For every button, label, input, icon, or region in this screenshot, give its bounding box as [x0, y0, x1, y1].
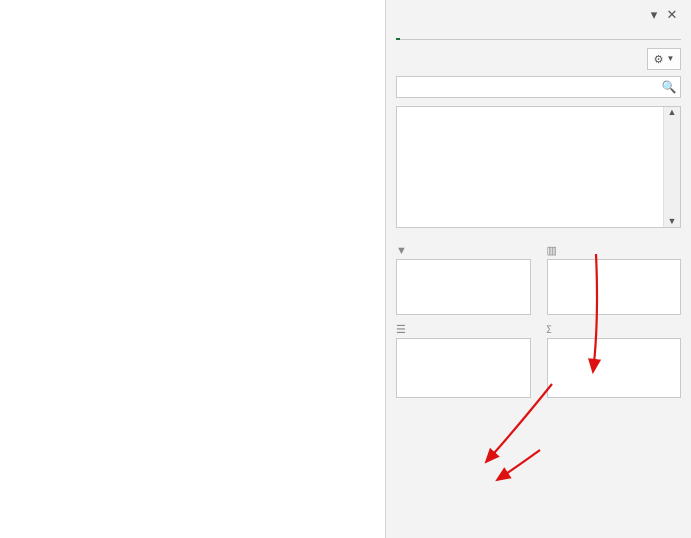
area-filters: ▼ — [396, 244, 531, 315]
values-icon: Σ — [547, 323, 552, 336]
area-rows: ☰ — [396, 323, 531, 398]
scroll-up-icon[interactable]: ▲ — [668, 107, 677, 118]
search-icon: 🔍 — [658, 77, 680, 97]
search-input[interactable] — [397, 77, 658, 97]
rows-icon: ☰ — [396, 323, 406, 336]
columns-dropzone[interactable] — [547, 259, 682, 315]
scroll-down-icon[interactable]: ▼ — [668, 216, 677, 227]
tab-all[interactable] — [414, 31, 418, 39]
pivottable-fields-pane: ▾ ✕ ⚙ ▼ 🔍 ▲ ▼ ▼ — [385, 0, 691, 538]
columns-icon: ▥ — [547, 244, 557, 257]
area-values: Σ — [547, 323, 682, 398]
area-columns: ▥ — [547, 244, 682, 315]
gear-icon: ⚙ — [654, 53, 664, 66]
spreadsheet-grid[interactable] — [0, 0, 385, 538]
tab-active[interactable] — [396, 31, 400, 40]
pane-tabs — [396, 31, 681, 40]
tools-button[interactable]: ⚙ ▼ — [647, 48, 681, 70]
field-list: ▲ ▼ — [396, 106, 681, 228]
values-dropzone[interactable] — [547, 338, 682, 398]
chevron-down-icon: ▼ — [666, 54, 674, 64]
pane-menu-dropdown-icon[interactable]: ▾ — [645, 8, 663, 23]
close-icon[interactable]: ✕ — [663, 8, 681, 23]
rows-dropzone[interactable] — [396, 338, 531, 398]
field-list-scrollbar[interactable]: ▲ ▼ — [663, 107, 680, 227]
search-box[interactable]: 🔍 — [396, 76, 681, 98]
filter-icon: ▼ — [396, 244, 407, 257]
filters-dropzone[interactable] — [396, 259, 531, 315]
